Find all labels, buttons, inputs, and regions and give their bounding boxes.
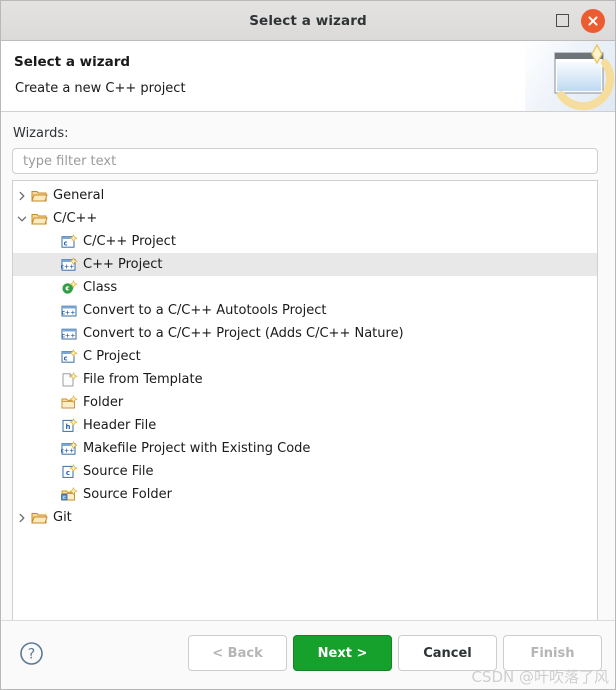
svg-text:c: c: [66, 469, 70, 477]
cancel-button[interactable]: Cancel: [398, 635, 497, 671]
tree-item-label: C Project: [83, 349, 141, 364]
tree-item-source-folder[interactable]: c Source Folder: [13, 483, 597, 506]
tree-item-c-c[interactable]: C/C++: [13, 207, 597, 230]
tree-item-label: Convert to a C/C++ Autotools Project: [83, 303, 327, 318]
chevron-right-icon[interactable]: [13, 513, 31, 523]
maximize-icon[interactable]: [556, 14, 569, 27]
tree-item-label: General: [53, 188, 105, 203]
tree-item-folder[interactable]: Folder: [13, 391, 597, 414]
tree-item-label: Folder: [83, 395, 124, 410]
tree-item-c-c-project[interactable]: c C/C++ Project: [13, 230, 597, 253]
tree-item-label: Convert to a C/C++ Project (Adds C/C++ N…: [83, 326, 404, 341]
close-icon[interactable]: [581, 8, 605, 33]
tree-item-label: Class: [83, 280, 118, 295]
tree-item-makefile-project-with-existing-code[interactable]: c++ Makefile Project with Existing Code: [13, 437, 597, 460]
tree-item-label: Git: [53, 510, 72, 525]
tree-item-label: C++ Project: [83, 257, 163, 272]
tree-item-label: Makefile Project with Existing Code: [83, 441, 311, 456]
chevron-right-icon[interactable]: [13, 191, 31, 201]
next-button[interactable]: Next >: [293, 635, 392, 671]
source-folder-icon: c: [61, 486, 78, 503]
tree-item-convert-to-a-c-c-autotools-project[interactable]: c++ Convert to a C/C++ Autotools Project: [13, 299, 597, 322]
dialog-buttons: < Back Next > Cancel Finish: [188, 635, 602, 671]
class-icon: [61, 279, 78, 296]
svg-text:h: h: [66, 423, 71, 431]
svg-text:c: c: [64, 239, 68, 247]
help-icon[interactable]: ?: [19, 641, 44, 666]
svg-text:c++: c++: [61, 309, 75, 316]
c-project-icon: c: [61, 348, 78, 365]
tree-item-c-project[interactable]: c++ C++ Project: [13, 253, 597, 276]
tree-item-file-from-template[interactable]: File from Template: [13, 368, 597, 391]
cpp-project-icon: c++: [61, 256, 78, 273]
chevron-down-icon[interactable]: [13, 214, 31, 224]
svg-text:c: c: [64, 354, 68, 362]
wizard-tree[interactable]: General C/C++ c C/C++ Project c++ C++ Project…: [12, 180, 598, 644]
tree-item-convert-to-a-c-c-project-adds-c-c-nature[interactable]: c++ Convert to a C/C++ Project (Adds C/C+…: [13, 322, 597, 345]
tree-item-label: Header File: [83, 418, 157, 433]
window-controls: [556, 1, 605, 40]
convert-cpp-icon: c++: [61, 303, 78, 319]
finish-button[interactable]: Finish: [503, 635, 602, 671]
tree-item-c-project[interactable]: c C Project: [13, 345, 597, 368]
tree-item-header-file[interactable]: h Header File: [13, 414, 597, 437]
wizard-tree-rows: General C/C++ c C/C++ Project c++ C++ Project…: [13, 181, 597, 529]
tree-item-source-file[interactable]: c Source File: [13, 460, 597, 483]
select-a-wizard-dialog: Select a wizard Select a wizard Create a…: [0, 0, 616, 690]
tree-item-general[interactable]: General: [13, 184, 597, 207]
dialog-footer: ? < Back Next > Cancel Finish CSDN @叶吹落了…: [1, 620, 615, 689]
wizards-label: Wizards:: [13, 126, 69, 141]
tree-item-label: Source Folder: [83, 487, 172, 502]
filter-input[interactable]: [12, 148, 598, 174]
c-project-icon: c: [61, 233, 78, 250]
back-button[interactable]: < Back: [188, 635, 287, 671]
svg-text:?: ?: [28, 647, 35, 663]
new-folder-icon: [61, 394, 78, 411]
header-title: Select a wizard: [14, 54, 131, 70]
source-file-icon: c: [61, 463, 78, 480]
svg-text:c++: c++: [61, 447, 74, 454]
header-subtitle: Create a new C++ project: [15, 81, 186, 96]
folder-icon: [31, 211, 48, 227]
tree-item-label: Source File: [83, 464, 154, 479]
tree-item-label: C/C++: [53, 211, 98, 226]
title-bar: Select a wizard: [1, 1, 615, 41]
tree-item-label: C/C++ Project: [83, 234, 176, 249]
svg-text:c++: c++: [61, 263, 74, 270]
convert-cpp-icon: c++: [61, 326, 78, 342]
folder-icon: [31, 188, 48, 204]
tree-item-class[interactable]: Class: [13, 276, 597, 299]
svg-text:c++: c++: [61, 332, 75, 339]
dialog-body: Wizards: General C/C++ c C/C++ Project c++ C+…: [1, 112, 615, 644]
window-title: Select a wizard: [249, 12, 367, 29]
wizard-banner-icon: [525, 41, 615, 111]
svg-text:c: c: [63, 495, 66, 501]
cpp-project-icon: c++: [61, 440, 78, 457]
wizard-header: Select a wizard Create a new C++ project: [1, 41, 615, 112]
folder-icon: [31, 510, 48, 526]
tree-item-label: File from Template: [83, 372, 203, 387]
header-file-icon: h: [61, 417, 78, 434]
file-template-icon: [61, 371, 78, 388]
tree-item-git[interactable]: Git: [13, 506, 597, 529]
